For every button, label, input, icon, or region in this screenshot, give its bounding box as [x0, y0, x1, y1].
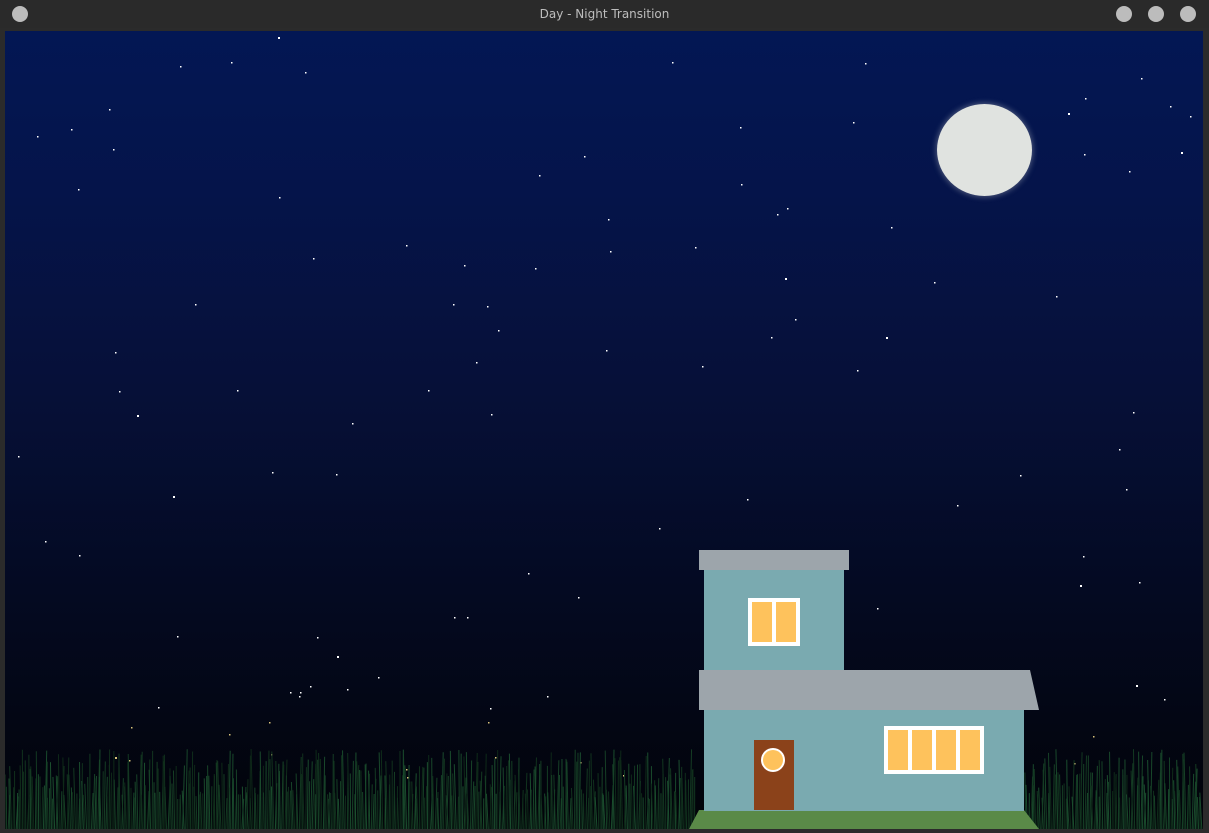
upper-roof	[699, 550, 849, 570]
minimize-button[interactable]	[1116, 6, 1132, 22]
house-lawn	[689, 810, 1039, 829]
upper-window	[748, 598, 800, 646]
maximize-button[interactable]	[1148, 6, 1164, 22]
front-door	[754, 740, 794, 810]
window-title: Day - Night Transition	[539, 7, 670, 21]
title-bar[interactable]: Day - Night Transition	[0, 0, 1209, 28]
app-window: Day - Night Transition	[0, 0, 1209, 833]
night-scene-canvas	[5, 31, 1203, 829]
lower-window	[884, 726, 984, 774]
house	[689, 550, 1039, 829]
close-button[interactable]	[1180, 6, 1196, 22]
lower-roof	[699, 670, 1039, 710]
